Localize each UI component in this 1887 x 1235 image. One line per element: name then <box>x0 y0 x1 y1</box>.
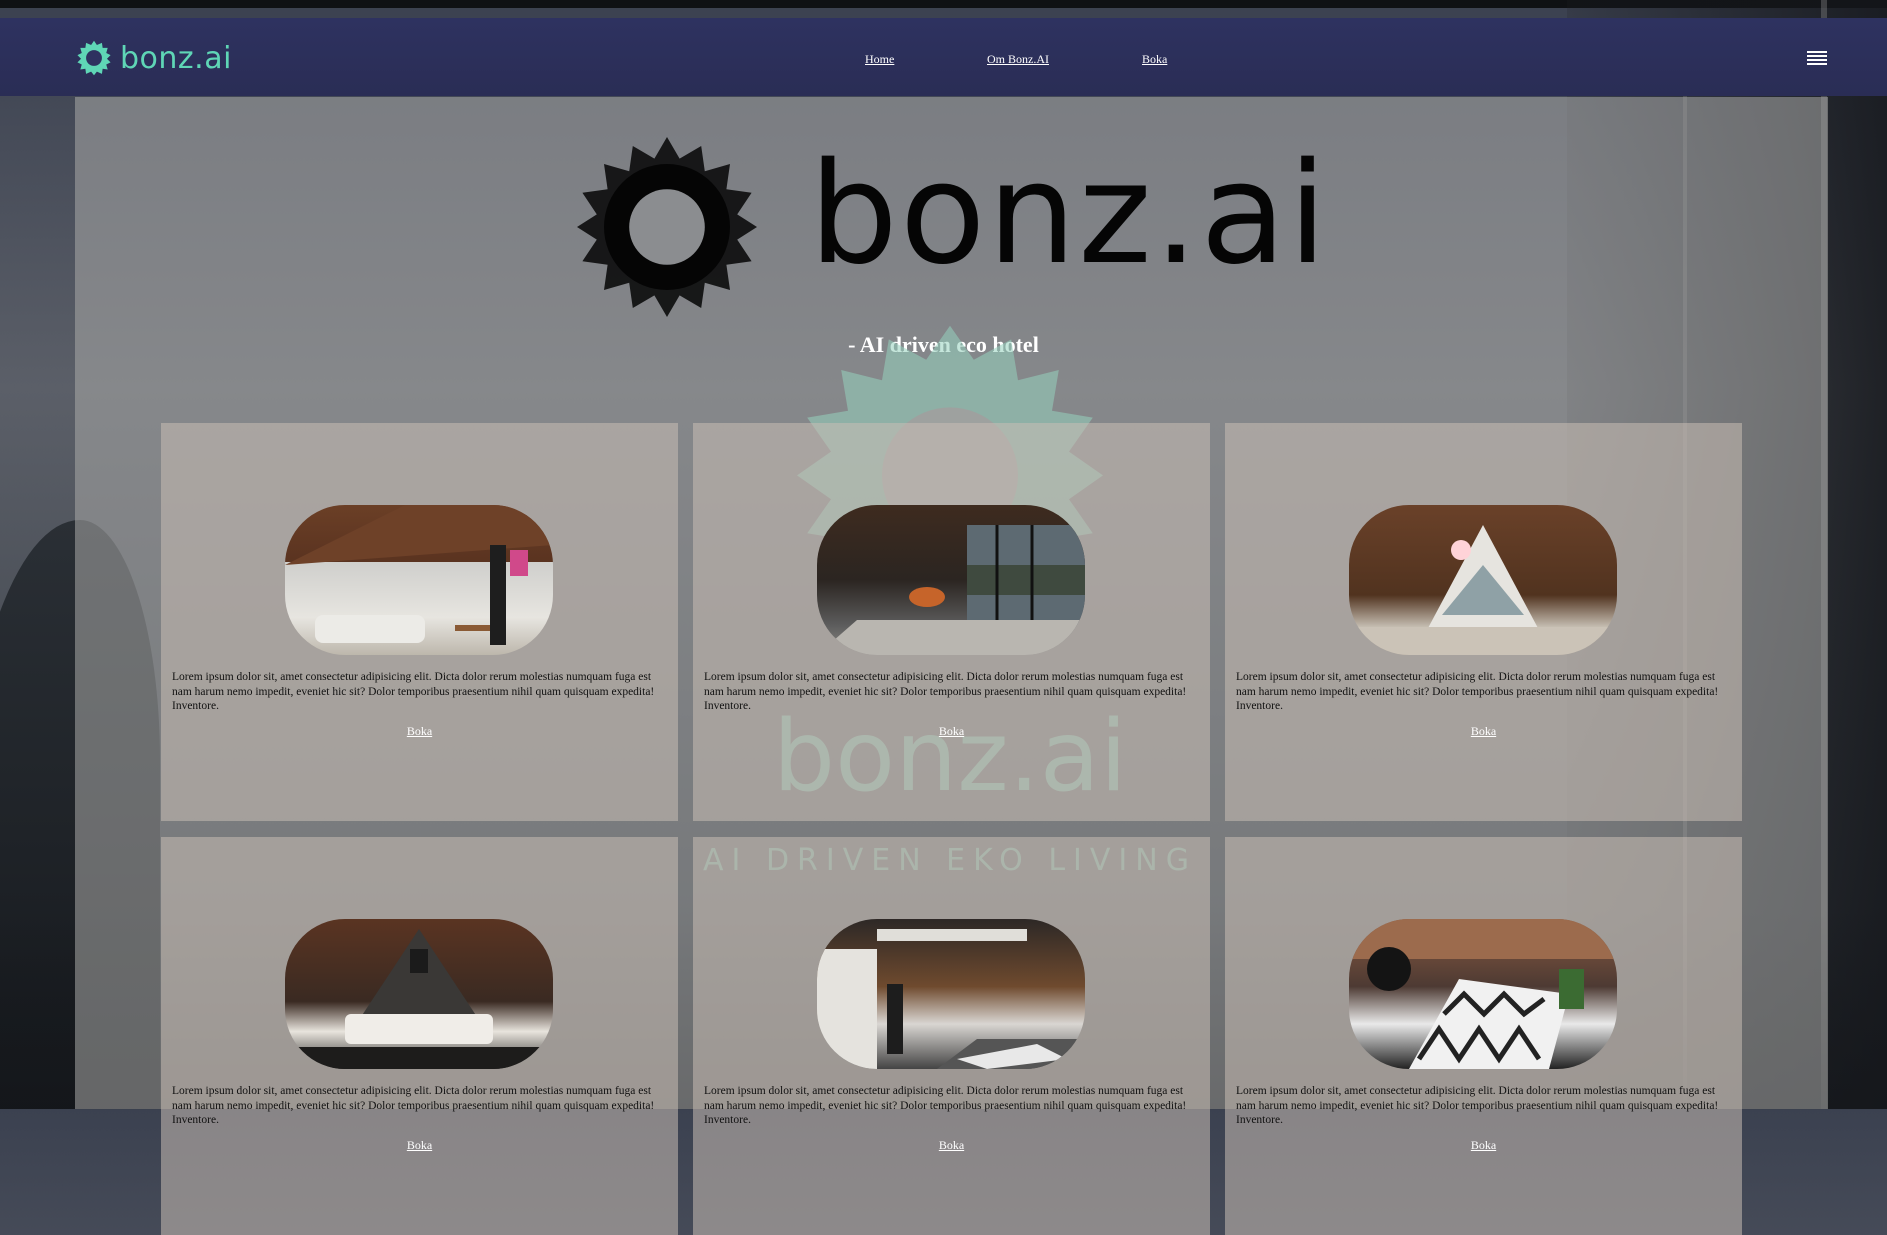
book-link[interactable]: Boka <box>1225 724 1742 739</box>
bonz-sun-logo-icon <box>577 137 757 317</box>
book-link[interactable]: Boka <box>161 724 678 739</box>
room-photo <box>1349 919 1617 1069</box>
top-navbar: bonz.ai Home Om Bonz.AI Boka <box>0 18 1887 96</box>
nav-link-about[interactable]: Om Bonz.AI <box>987 52 1049 67</box>
room-card: Lorem ipsum dolor sit, amet consectetur … <box>161 423 678 821</box>
room-description: Lorem ipsum dolor sit, amet consectetur … <box>704 1085 1187 1126</box>
room-card: Lorem ipsum dolor sit, amet consectetur … <box>693 423 1210 821</box>
room-card: Lorem ipsum dolor sit, amet consectetur … <box>1225 423 1742 821</box>
book-link[interactable]: Boka <box>1225 1138 1742 1153</box>
nav-link-book[interactable]: Boka <box>1142 52 1167 67</box>
room-photo <box>817 919 1085 1069</box>
room-photo <box>285 505 553 655</box>
hero-tagline: - AI driven eco hotel <box>848 332 1039 357</box>
room-card: Lorem ipsum dolor sit, amet consectetur … <box>693 837 1210 1235</box>
room-card: Lorem ipsum dolor sit, amet consectetur … <box>1225 837 1742 1235</box>
room-photo <box>285 919 553 1069</box>
room-description: Lorem ipsum dolor sit, amet consectetur … <box>1236 1085 1719 1126</box>
nav-link-home[interactable]: Home <box>865 52 894 67</box>
hero-brand-name: bonz.ai <box>809 133 1329 296</box>
room-card: Lorem ipsum dolor sit, amet consectetur … <box>161 837 678 1235</box>
book-link[interactable]: Boka <box>693 724 1210 739</box>
room-photo <box>1349 505 1617 655</box>
room-description: Lorem ipsum dolor sit, amet consectetur … <box>1236 671 1719 712</box>
room-photo <box>817 505 1085 655</box>
book-link[interactable]: Boka <box>161 1138 678 1153</box>
room-description: Lorem ipsum dolor sit, amet consectetur … <box>172 671 655 712</box>
room-description: Lorem ipsum dolor sit, amet consectetur … <box>704 671 1187 712</box>
hamburger-menu-icon[interactable] <box>1807 51 1827 67</box>
room-description: Lorem ipsum dolor sit, amet consectetur … <box>172 1085 655 1126</box>
book-link[interactable]: Boka <box>693 1138 1210 1153</box>
hero-logo: bonz.ai <box>577 137 1327 317</box>
